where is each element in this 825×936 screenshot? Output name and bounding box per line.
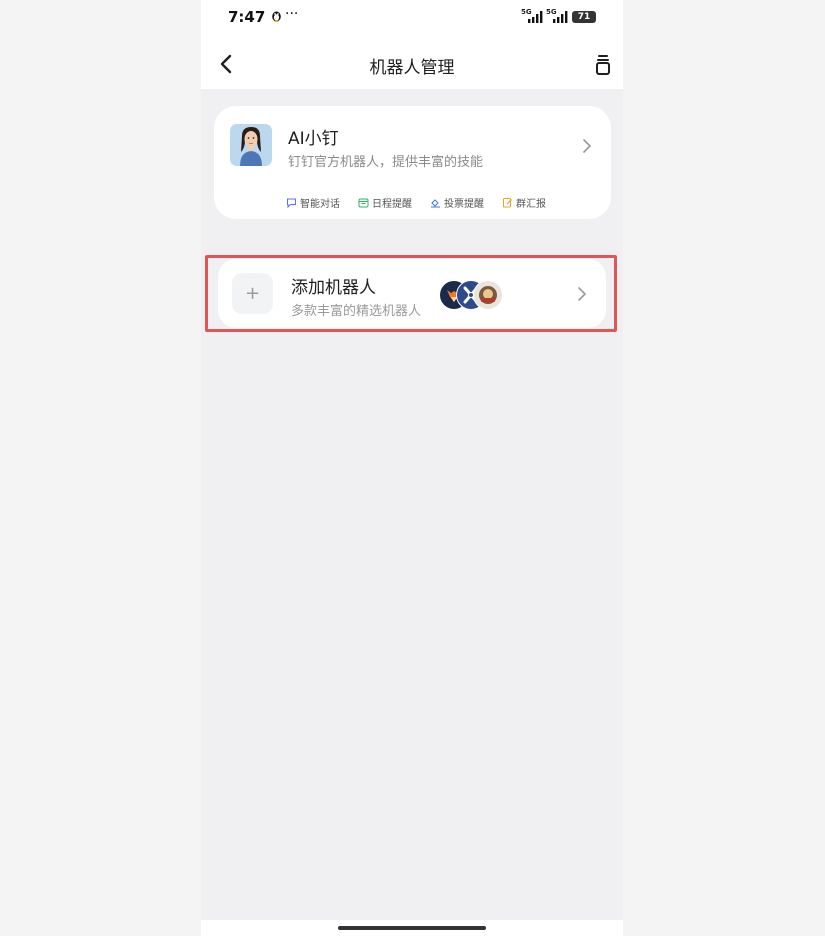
woman-avatar-icon xyxy=(230,124,272,166)
vote-icon xyxy=(431,199,440,208)
ai-bot-title: AI小钉 xyxy=(288,129,339,149)
highlight-box xyxy=(205,255,617,332)
calendar-icon xyxy=(358,198,369,208)
report-icon xyxy=(503,198,512,208)
page-title: 机器人管理 xyxy=(369,58,455,78)
home-indicator[interactable] xyxy=(338,926,486,930)
phone-screen: 7:47 ··· 5G 5G 71 机器人管理 AI小钉 钉钉官方机器人，提供丰… xyxy=(201,0,623,936)
chevron-right-icon xyxy=(583,139,592,153)
tag-vote-reminder[interactable]: 投票提醒 xyxy=(430,195,484,210)
signal-icon xyxy=(528,11,543,23)
ai-bot-description: 钉钉官方机器人，提供丰富的技能 xyxy=(288,155,484,170)
tag-smart-chat[interactable]: 智能对话 xyxy=(286,195,340,210)
tag-label: 智能对话 xyxy=(300,199,340,210)
battery-level: 71 xyxy=(577,12,591,22)
tag-label: 日程提醒 xyxy=(372,199,412,210)
penguin-icon xyxy=(272,11,281,22)
tag-schedule-reminder[interactable]: 日程提醒 xyxy=(358,195,412,210)
tag-group-report[interactable]: 群汇报 xyxy=(502,195,546,210)
status-bar: 7:47 ··· 5G 5G 71 xyxy=(201,0,623,38)
ai-bot-card[interactable]: AI小钉 钉钉官方机器人，提供丰富的技能 智能对话 日程提醒 投票提醒 群汇报 xyxy=(214,106,611,219)
tag-label: 群汇报 xyxy=(516,199,546,210)
nav-bar: 机器人管理 xyxy=(201,38,623,89)
ai-avatar xyxy=(230,124,272,166)
ai-skill-tags: 智能对话 日程提醒 投票提醒 群汇报 xyxy=(286,195,564,210)
chat-bubble-icon xyxy=(287,198,296,208)
signal-icon xyxy=(553,11,568,23)
cup-icon[interactable] xyxy=(592,51,614,77)
status-time: 7:47 xyxy=(228,8,266,26)
tag-label: 投票提醒 xyxy=(444,199,484,210)
bottom-bar xyxy=(201,920,623,936)
more-dots: ··· xyxy=(285,6,299,22)
battery-icon: 71 xyxy=(572,11,596,23)
